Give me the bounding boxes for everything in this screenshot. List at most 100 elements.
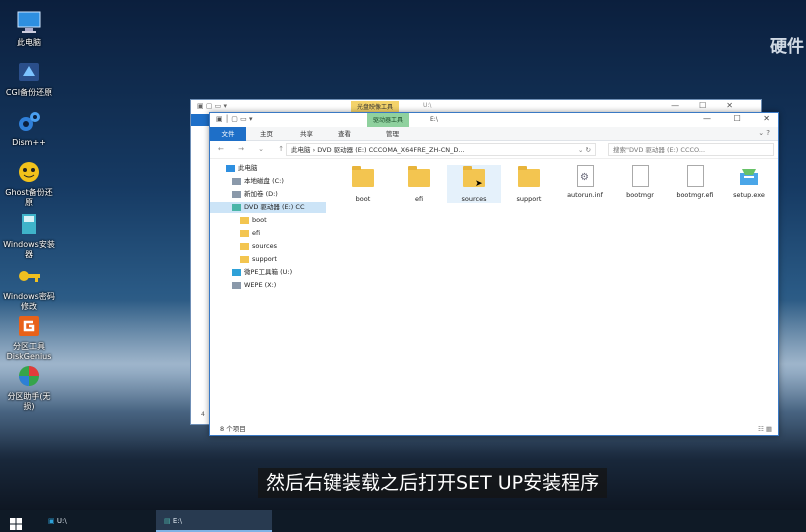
drive-tools-tag[interactable]: 驱动器工具 bbox=[367, 113, 410, 127]
windows-installer-icon bbox=[15, 210, 43, 238]
desktop-icon-label: 分区助手(无损) bbox=[7, 392, 51, 411]
nav-item-folder-sources[interactable]: sources bbox=[210, 241, 326, 252]
file-item-bootmgr-efi[interactable]: bootmgr.efi bbox=[668, 165, 722, 199]
ribbon-tabs: 文件 主页 共享 查看 管理 ⌄ ? bbox=[210, 127, 778, 141]
back-window-controls[interactable]: —☐✕ bbox=[671, 101, 753, 110]
nav-item-drive-x[interactable]: WEPE (X:) bbox=[210, 280, 326, 291]
status-bar: 8 个项目 ☷ ▦ bbox=[210, 423, 778, 435]
file-item-setup[interactable]: setup.exe bbox=[722, 165, 776, 199]
tab-file[interactable]: 文件 bbox=[210, 127, 246, 141]
computer-icon bbox=[226, 164, 235, 172]
diskgenius-icon bbox=[15, 312, 43, 340]
file-icon bbox=[687, 165, 704, 187]
title-bar: ▣ │ ▢ ▭ ▾ 驱动器工具 E:\ — ☐ ✕ bbox=[210, 113, 778, 127]
settings-file-icon: ⚙ bbox=[577, 165, 594, 187]
explorer-window[interactable]: ▣ │ ▢ ▭ ▾ 驱动器工具 E:\ — ☐ ✕ 文件 主页 共享 查看 管理… bbox=[209, 112, 779, 436]
close-icon[interactable]: ✕ bbox=[763, 114, 770, 123]
file-name: boot bbox=[355, 195, 371, 203]
desktop-icon-label: CGI备份还原 bbox=[5, 88, 53, 97]
item-count: 8 个项目 bbox=[220, 425, 246, 433]
refresh-icon[interactable]: ⌄ ↻ bbox=[578, 144, 591, 156]
tab-view[interactable]: 查看 bbox=[338, 127, 351, 141]
folder-icon bbox=[352, 166, 374, 187]
channel-watermark: 硬件 bbox=[770, 37, 804, 57]
navigation-arrows[interactable]: ← → ⌄ ↑ bbox=[218, 145, 290, 153]
drive-icon bbox=[232, 177, 241, 185]
minimize-icon[interactable]: — bbox=[703, 114, 711, 123]
file-item-boot[interactable]: boot bbox=[336, 165, 390, 203]
address-path: 此电脑 › DVD 驱动器 (E:) CCCOMA_X64FRE_ZH-CN_D… bbox=[291, 146, 465, 154]
desktop-icon-partition-assistant[interactable]: 分区助手(无损) bbox=[2, 362, 56, 412]
nav-item-this-pc[interactable]: 此电脑 bbox=[210, 163, 326, 174]
tab-manage[interactable]: 管理 bbox=[386, 127, 399, 141]
quick-access-icons: ▣ ▢ ▭ ▾ bbox=[197, 102, 228, 110]
dism-gear-icon bbox=[15, 108, 43, 136]
search-placeholder: 搜索"DVD 驱动器 (E:) CCCO... bbox=[613, 146, 706, 154]
quick-access-toolbar[interactable]: ▣ │ ▢ ▭ ▾ bbox=[216, 115, 252, 123]
mouse-cursor-icon: ➤ bbox=[475, 179, 483, 189]
file-name: setup.exe bbox=[733, 191, 765, 199]
window-controls: — ☐ ✕ bbox=[683, 114, 770, 123]
file-icon bbox=[632, 165, 649, 187]
window-path: E:\ bbox=[430, 116, 438, 123]
usb-drive-icon: ▣ bbox=[48, 517, 55, 525]
search-input[interactable]: 搜索"DVD 驱动器 (E:) CCCO... bbox=[608, 143, 774, 156]
nav-item-drive-u[interactable]: 微PE工具箱 (U:) bbox=[210, 267, 326, 278]
desktop-icon-label: Ghost备份还原 bbox=[5, 188, 53, 207]
folder-icon bbox=[240, 216, 249, 224]
taskbar-item-e-drive[interactable]: ▤ E:\ bbox=[156, 510, 272, 532]
file-item-sources[interactable]: sources ➤ bbox=[447, 165, 501, 203]
desktop-icon-cgi[interactable]: CGI备份还原 bbox=[2, 58, 56, 98]
desktop-icon-label: Dism++ bbox=[12, 138, 46, 147]
nav-item-label: DVD 驱动器 (E:) CC bbox=[244, 203, 305, 211]
cgi-backup-icon bbox=[15, 58, 43, 86]
nav-item-label: support bbox=[252, 255, 277, 263]
nav-item-drive-c[interactable]: 本地磁盘 (C:) bbox=[210, 176, 326, 187]
desktop-icon-ghost[interactable]: Ghost备份还原 bbox=[2, 158, 56, 208]
tab-home[interactable]: 主页 bbox=[260, 127, 273, 141]
folder-icon bbox=[408, 166, 430, 187]
nav-item-label: 新加卷 (D:) bbox=[244, 190, 278, 198]
desktop-icon-dism[interactable]: Dism++ bbox=[2, 108, 56, 148]
nav-item-label: 本地磁盘 (C:) bbox=[244, 177, 284, 185]
maximize-icon[interactable]: ☐ bbox=[734, 114, 741, 123]
back-window-tool-tag[interactable]: 光盘映像工具 bbox=[351, 101, 400, 112]
dvd-drive-icon bbox=[232, 203, 241, 211]
desktop-icon-password[interactable]: Windows密码修改 bbox=[2, 262, 56, 312]
view-toggle-icons[interactable]: ☷ ▦ bbox=[758, 423, 772, 435]
desktop-icon-label: Windows安装器 bbox=[3, 240, 55, 259]
usb-drive-icon bbox=[232, 268, 241, 276]
nav-item-folder-support[interactable]: support bbox=[210, 254, 326, 265]
taskbar-item-label: E:\ bbox=[172, 517, 182, 525]
nav-item-label: boot bbox=[252, 216, 267, 224]
file-list: boot efi sources ➤ support ⚙ autorun.inf… bbox=[334, 159, 774, 423]
navigation-pane: 此电脑 本地磁盘 (C:) 新加卷 (D:) DVD 驱动器 (E:) CC b… bbox=[210, 159, 328, 423]
file-name: bootmgr.efi bbox=[676, 191, 714, 199]
nav-item-drive-d[interactable]: 新加卷 (D:) bbox=[210, 189, 326, 200]
desktop-icon-diskgenius[interactable]: 分区工具DiskGenius bbox=[2, 312, 56, 362]
windows-start-icon[interactable] bbox=[10, 515, 22, 530]
folder-icon bbox=[240, 242, 249, 250]
desktop-icon-label: 分区工具DiskGenius bbox=[6, 342, 52, 361]
desktop-icon-win-installer[interactable]: Windows安装器 bbox=[2, 210, 56, 260]
drive-icon bbox=[232, 281, 241, 289]
nav-item-dvd-drive[interactable]: DVD 驱动器 (E:) CC bbox=[210, 202, 326, 213]
file-name: sources bbox=[461, 195, 487, 203]
nav-item-folder-efi[interactable]: efi bbox=[210, 228, 326, 239]
file-name: autorun.inf bbox=[567, 191, 603, 199]
ghost-icon bbox=[15, 158, 43, 186]
key-icon bbox=[15, 262, 43, 290]
nav-item-folder-boot[interactable]: boot bbox=[210, 215, 326, 226]
setup-icon bbox=[738, 165, 760, 189]
taskbar-item-u-drive[interactable]: ▣ U:\ bbox=[44, 510, 94, 532]
back-window-path: U:\ bbox=[423, 102, 432, 109]
ribbon-expand-icon[interactable]: ⌄ ? bbox=[758, 129, 770, 137]
file-item-autorun[interactable]: ⚙ autorun.inf bbox=[558, 165, 612, 199]
file-item-bootmgr[interactable]: bootmgr bbox=[613, 165, 667, 199]
desktop-icon-this-pc[interactable]: 此电脑 bbox=[2, 8, 56, 48]
file-item-support[interactable]: support bbox=[502, 165, 556, 203]
back-window-item-count: 4 bbox=[201, 411, 205, 418]
tab-share[interactable]: 共享 bbox=[300, 127, 313, 141]
address-bar[interactable]: 此电脑 › DVD 驱动器 (E:) CCCOMA_X64FRE_ZH-CN_D… bbox=[286, 143, 596, 156]
file-item-efi[interactable]: efi bbox=[392, 165, 446, 203]
